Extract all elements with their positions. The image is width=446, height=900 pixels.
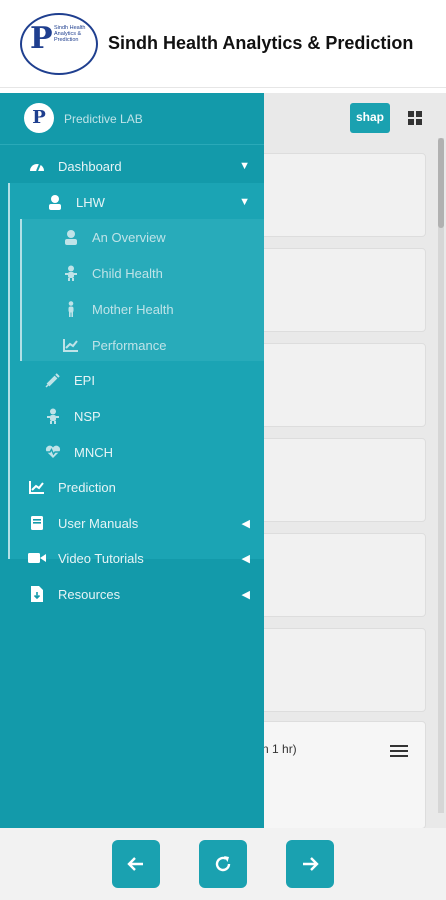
heartbeat-icon: [44, 443, 62, 461]
dashboard-card: [256, 438, 426, 522]
sidebar-item-video-tutorials[interactable]: Video Tutorials ◀: [0, 540, 264, 576]
sidebar-item-child-health[interactable]: Child Health: [0, 255, 264, 291]
user-nurse-icon: [46, 193, 64, 211]
sidebar-item-performance[interactable]: Performance: [0, 327, 264, 363]
dashboard-card: [256, 343, 426, 427]
scrollbar[interactable]: [438, 138, 444, 813]
sidebar-item-dashboard[interactable]: Dashboard ▼: [0, 148, 264, 184]
grid-icon[interactable]: [408, 111, 423, 126]
browser-nav-bar: [0, 828, 446, 900]
brand-label: Predictive LAB: [64, 112, 143, 126]
chevron-left-icon: ◀: [241, 517, 250, 530]
dashboard-card: [256, 628, 426, 712]
chevron-left-icon: ◀: [241, 552, 250, 565]
video-icon: [28, 549, 46, 567]
reload-button[interactable]: [199, 840, 247, 888]
syringe-icon: [44, 371, 62, 389]
sidebar-item-mnch[interactable]: MNCH: [0, 434, 264, 470]
reload-icon: [215, 856, 231, 872]
app-logo: P Sindh Health Analytics & Prediction: [20, 12, 98, 75]
back-button[interactable]: [112, 840, 160, 888]
app-header: P Sindh Health Analytics & Prediction Si…: [0, 0, 446, 88]
scrollbar-thumb[interactable]: [438, 138, 444, 228]
sidebar-item-an-overview[interactable]: An Overview: [0, 219, 264, 255]
gauge-icon: [28, 157, 46, 175]
user-icon: [62, 228, 80, 246]
sidebar: P Predictive LAB Dashboard ▼ LHW ▼ An Ov…: [0, 93, 264, 828]
chevron-down-icon: ▼: [239, 160, 250, 172]
dashboard-card: [256, 153, 426, 237]
sidebar-brand[interactable]: P Predictive LAB: [0, 93, 264, 145]
forward-button[interactable]: [286, 840, 334, 888]
chevron-left-icon: ◀: [241, 588, 250, 601]
shap-button[interactable]: shap: [350, 103, 390, 133]
content-toolbar: shap: [264, 93, 446, 143]
chart-line-icon: [28, 478, 46, 496]
sidebar-item-epi[interactable]: EPI: [0, 362, 264, 398]
sidebar-item-prediction[interactable]: Prediction: [0, 469, 264, 505]
chart-line-icon: [62, 336, 80, 354]
sidebar-item-user-manuals[interactable]: User Manuals ◀: [0, 505, 264, 541]
dashboard-card: [256, 533, 426, 617]
app-title: Sindh Health Analytics & Prediction: [108, 33, 414, 53]
arrow-right-icon: [303, 857, 319, 871]
baby-icon: [62, 264, 80, 282]
sidebar-item-resources[interactable]: Resources ◀: [0, 576, 264, 612]
hamburger-menu-icon[interactable]: [390, 745, 408, 759]
chevron-down-icon: ▼: [239, 196, 250, 208]
chart-card-title: n 1 hr): [262, 742, 297, 756]
dashboard-card: [256, 248, 426, 332]
baby-icon: [44, 407, 62, 425]
chart-card: [256, 721, 426, 829]
person-icon: [62, 300, 80, 318]
sidebar-item-lhw[interactable]: LHW ▼: [0, 184, 264, 220]
arrow-left-icon: [127, 857, 143, 871]
sidebar-item-mother-health[interactable]: Mother Health: [0, 291, 264, 327]
brand-logo: P: [24, 103, 54, 133]
sidebar-item-nsp[interactable]: NSP: [0, 398, 264, 434]
book-icon: [28, 514, 46, 532]
file-download-icon: [28, 585, 46, 603]
